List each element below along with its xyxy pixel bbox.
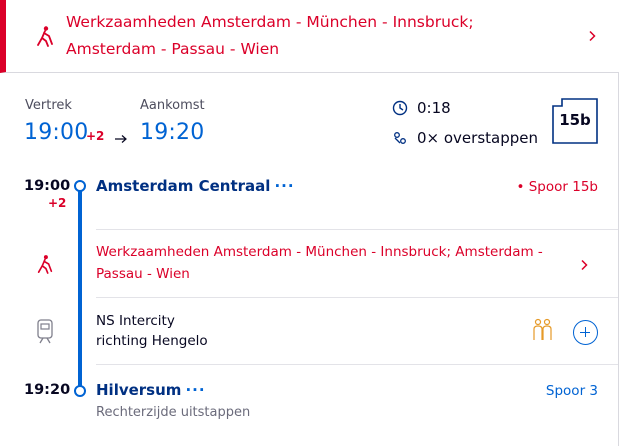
station-name-departure[interactable]: Amsterdam Centraal ··· — [96, 177, 295, 195]
clock-icon — [392, 100, 408, 116]
transfer-count: 0× overstappen — [417, 129, 538, 147]
stop-dot-arrival — [74, 385, 86, 397]
chevron-right-icon — [581, 259, 588, 271]
arrival-platform: Spoor 3 — [545, 383, 598, 399]
transfer-icon — [394, 132, 406, 144]
trip-duration: 0:18 — [417, 99, 451, 117]
disruption-notice[interactable]: Werkzaamheden Amsterdam - München - Inns… — [96, 241, 576, 285]
station-name: Amsterdam Centraal — [96, 177, 271, 195]
more-icon[interactable]: ··· — [274, 177, 294, 195]
stop-time: 19:00 — [24, 178, 71, 194]
crowd-icon — [533, 318, 552, 340]
worker-icon — [37, 26, 53, 47]
arrow-right-icon — [115, 135, 127, 143]
more-icon[interactable]: ··· — [185, 381, 205, 399]
stop-delay: +2 — [48, 196, 67, 210]
train-direction: richting Hengelo — [96, 333, 208, 349]
platform-badge: 15b — [552, 98, 598, 144]
arrival-label: Aankomst — [140, 98, 205, 113]
departure-platform: • Spoor 15b — [516, 179, 598, 195]
exit-side-note: Rechterzijde uitstappen — [96, 405, 251, 420]
disruption-banner-text: Werkzaamheden Amsterdam - München - Inns… — [66, 13, 474, 58]
departure-time: 19:00 — [24, 120, 89, 145]
station-name-arrival[interactable]: Hilversum ··· — [96, 381, 206, 399]
divider — [96, 297, 619, 298]
station-name: Hilversum — [96, 381, 182, 399]
departure-delay: +2 — [86, 129, 105, 143]
divider — [96, 229, 619, 230]
platform-number: 15b — [559, 111, 591, 129]
route-line — [78, 186, 82, 391]
divider — [96, 364, 619, 365]
disruption-banner[interactable]: Werkzaamheden Amsterdam - München - Inns… — [0, 0, 619, 73]
stop-time: 19:20 — [24, 382, 71, 398]
train-icon — [37, 319, 53, 344]
add-icon[interactable] — [573, 320, 598, 345]
chevron-right-icon — [589, 30, 596, 42]
worker-icon — [37, 255, 53, 274]
departure-label: Vertrek — [25, 98, 72, 113]
arrival-time: 19:20 — [140, 120, 205, 145]
stop-dot-departure — [74, 180, 86, 192]
train-type: NS Intercity — [96, 313, 175, 329]
